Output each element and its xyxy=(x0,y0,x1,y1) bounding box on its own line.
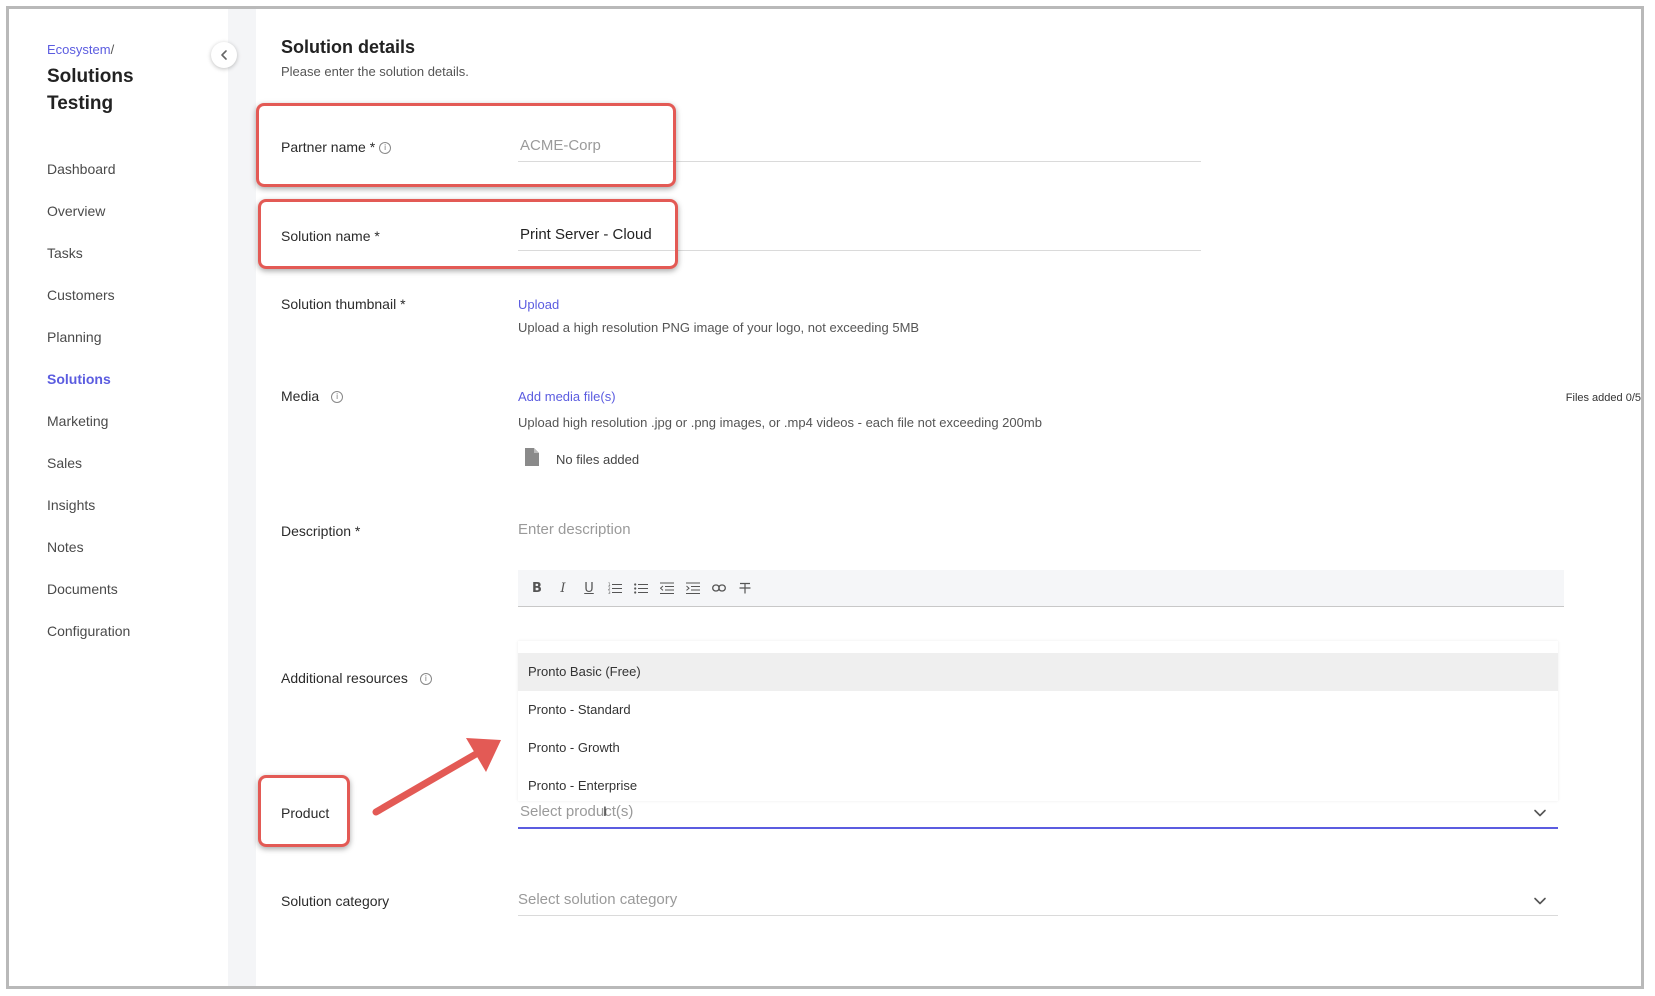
rich-text-toolbar: B I U 123 xyxy=(518,570,1564,607)
sidebar-nav: Dashboard Overview Tasks Customers Plann… xyxy=(47,159,130,663)
main-content: Solution details Please enter the soluti… xyxy=(256,9,1641,986)
sidebar-item-marketing[interactable]: Marketing xyxy=(47,411,130,453)
indent-icon xyxy=(686,582,700,594)
solution-category-select[interactable]: Select solution category xyxy=(518,891,677,908)
link-icon xyxy=(712,584,726,592)
sidebar-item-overview[interactable]: Overview xyxy=(47,201,130,243)
sidebar-item-customers[interactable]: Customers xyxy=(47,285,130,327)
description-label: Description * xyxy=(281,523,361,539)
app-title: Solutions Testing xyxy=(47,66,134,114)
solution-thumbnail-label: Solution thumbnail * xyxy=(281,296,406,312)
bold-button[interactable]: B xyxy=(524,575,550,601)
product-option[interactable]: Pronto - Enterprise xyxy=(518,767,1558,801)
sidebar-item-configuration[interactable]: Configuration xyxy=(47,621,130,663)
thumbnail-help-text: Upload a high resolution PNG image of yo… xyxy=(518,320,920,335)
arrow-annotation xyxy=(372,738,501,816)
clear-format-icon xyxy=(739,582,751,594)
info-icon: i xyxy=(331,391,344,404)
sidebar-item-sales[interactable]: Sales xyxy=(47,453,130,495)
bullet-list-button[interactable] xyxy=(628,575,654,601)
page-title: Solution details xyxy=(281,37,416,57)
sidebar-item-solutions[interactable]: Solutions xyxy=(47,369,130,411)
sidebar: Ecosystem/ Solutions Testing Dashboard O… xyxy=(9,9,228,986)
sidebar-gutter xyxy=(228,9,256,986)
clear-format-button[interactable] xyxy=(732,575,758,601)
files-added-count: Files added 0/5 xyxy=(1565,392,1641,404)
additional-resources-label-wrap: Additional resources i xyxy=(281,670,432,686)
info-icon: i xyxy=(419,673,432,686)
ordered-list-icon: 123 xyxy=(608,582,622,594)
product-dropdown-menu: Pronto Basic (Free) Pronto - Standard Pr… xyxy=(518,641,1558,801)
outdent-button[interactable] xyxy=(654,575,680,601)
solution-category-underline xyxy=(518,915,1558,916)
additional-resources-label: Additional resources xyxy=(281,670,408,686)
highlight-box-partner-name xyxy=(256,103,676,187)
italic-button[interactable]: I xyxy=(550,575,576,601)
file-icon xyxy=(525,448,539,466)
bullet-list-icon xyxy=(634,583,648,594)
description-editor[interactable]: Enter description xyxy=(518,521,631,538)
sidebar-item-planning[interactable]: Planning xyxy=(47,327,130,369)
solution-category-label: Solution category xyxy=(281,893,390,909)
indent-button[interactable] xyxy=(680,575,706,601)
product-select[interactable]: Select product(s) xyxy=(520,803,633,820)
app-window: Ecosystem/ Solutions Testing Dashboard O… xyxy=(6,6,1644,989)
collapse-sidebar-button[interactable] xyxy=(211,42,237,68)
product-select-underline xyxy=(518,827,1558,829)
product-option[interactable]: Pronto - Standard xyxy=(518,691,1558,729)
upload-thumbnail-link[interactable]: Upload xyxy=(518,297,559,312)
breadcrumb-separator: / xyxy=(110,42,115,57)
sidebar-item-notes[interactable]: Notes xyxy=(47,537,130,579)
highlight-box-solution-name xyxy=(258,199,678,269)
breadcrumb-ecosystem-link[interactable]: Ecosystem xyxy=(47,42,111,57)
highlight-box-product xyxy=(258,775,350,847)
media-help-text: Upload high resolution .jpg or .png imag… xyxy=(518,415,1042,430)
dropdown-top-padding xyxy=(518,641,1558,653)
text-cursor-icon: I xyxy=(603,803,607,819)
chevron-down-icon[interactable] xyxy=(1533,894,1547,908)
sidebar-item-tasks[interactable]: Tasks xyxy=(47,243,130,285)
ordered-list-button[interactable]: 123 xyxy=(602,575,628,601)
page-subtitle: Please enter the solution details. xyxy=(281,64,469,79)
link-button[interactable] xyxy=(706,575,732,601)
media-label-wrap: Media i xyxy=(281,388,344,404)
underline-button[interactable]: U xyxy=(576,575,602,601)
outdent-icon xyxy=(660,582,674,594)
breadcrumb: Ecosystem/ xyxy=(47,42,114,57)
chevron-down-icon[interactable] xyxy=(1533,806,1547,820)
media-label: Media xyxy=(281,388,320,404)
sidebar-item-insights[interactable]: Insights xyxy=(47,495,130,537)
add-media-files-link[interactable]: Add media file(s) xyxy=(518,389,616,404)
sidebar-item-documents[interactable]: Documents xyxy=(47,579,130,621)
product-option[interactable]: Pronto Basic (Free) xyxy=(518,653,1558,691)
chevron-left-icon xyxy=(221,50,227,60)
product-option[interactable]: Pronto - Growth xyxy=(518,729,1558,767)
svg-text:3: 3 xyxy=(608,590,611,594)
sidebar-item-dashboard[interactable]: Dashboard xyxy=(47,159,130,201)
no-files-text: No files added xyxy=(556,452,640,467)
